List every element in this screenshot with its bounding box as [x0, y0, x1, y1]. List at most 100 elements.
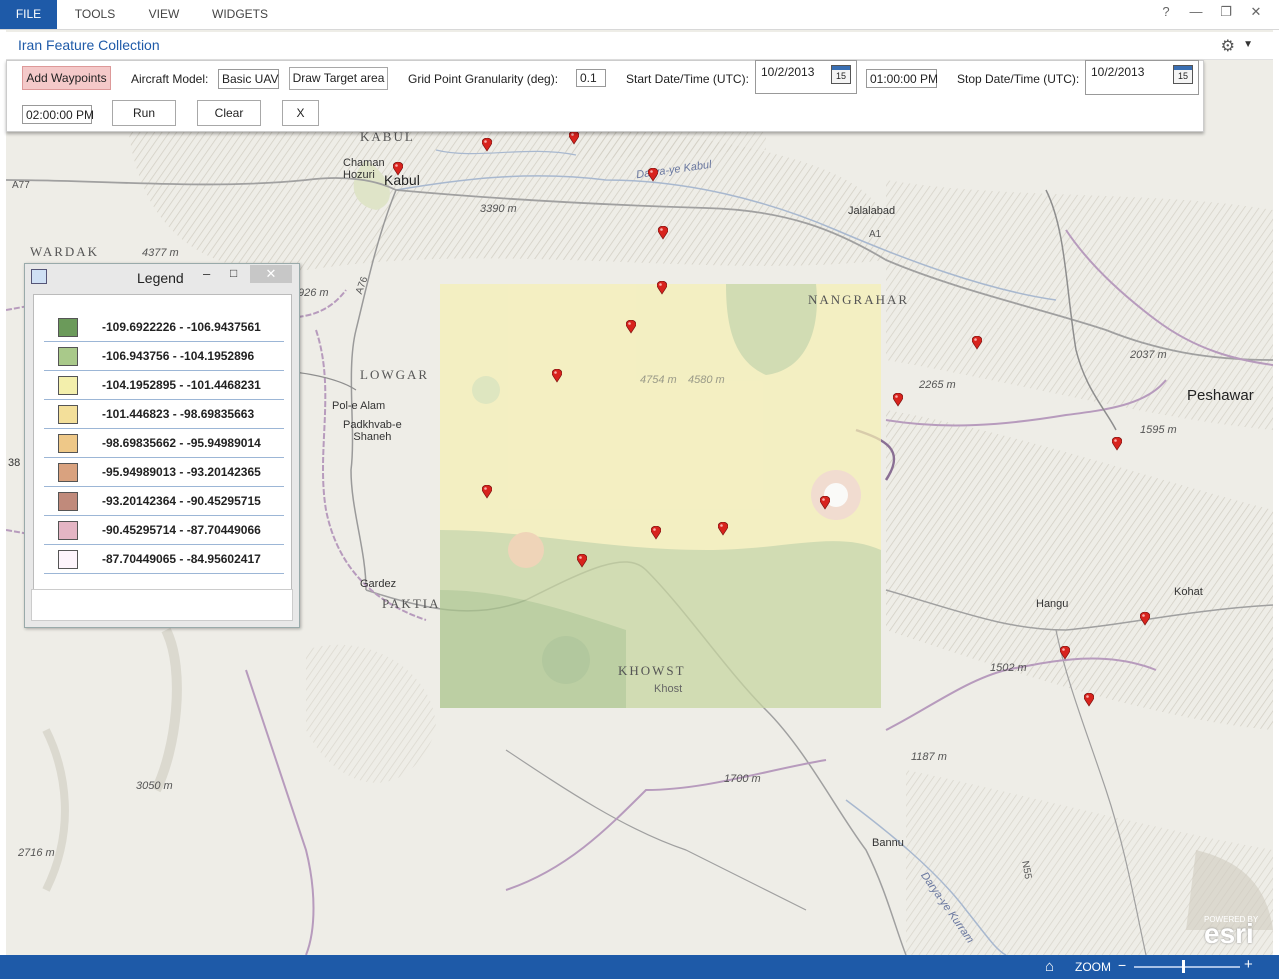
map-label-elev-4754: 4754 m [640, 374, 677, 386]
start-datetime-label: Start Date/Time (UTC): [626, 72, 749, 86]
legend-row: -106.943756 - -104.1952896 [44, 342, 284, 371]
waypoint-marker-icon[interactable] [482, 138, 492, 152]
stop-date-value: 10/2/2013 [1091, 65, 1145, 79]
waypoint-marker-icon[interactable] [626, 320, 636, 334]
waypoint-marker-icon[interactable] [1140, 612, 1150, 626]
chevron-down-icon[interactable]: ▼ [1243, 39, 1253, 50]
granularity-field[interactable]: 0.1 [576, 69, 606, 87]
start-date-value: 10/2/2013 [761, 65, 815, 79]
legend-close-button[interactable]: ✕ [250, 265, 292, 283]
legend-header[interactable]: Legend – □ ✕ [25, 264, 299, 290]
calendar-icon[interactable]: 15 [831, 65, 851, 84]
legend-range-label: -101.446823 - -98.69835663 [102, 407, 255, 421]
map-label-pol-e-alam: Pol-e Alam [332, 400, 386, 412]
waypoint-marker-icon[interactable] [482, 485, 492, 499]
waypoint-marker-icon[interactable] [569, 131, 579, 145]
map-label-elev-4580: 4580 m [688, 374, 725, 386]
calendar-icon[interactable]: 15 [1173, 65, 1193, 84]
legend-row: -109.6922226 - -106.9437561 [44, 313, 284, 342]
map-label-wardak: WARDAK [30, 244, 100, 259]
legend-range-label: -98.69835662 - -95.94989014 [102, 436, 261, 450]
map-label-elev-1595: 1595 m [1140, 424, 1177, 436]
waypoint-marker-icon[interactable] [393, 162, 403, 176]
map-label-hangu: Hangu [1036, 598, 1069, 610]
menu-view[interactable]: VIEW [136, 0, 192, 29]
waypoint-marker-icon[interactable] [972, 336, 982, 350]
zoom-in-button[interactable]: + [1244, 956, 1253, 973]
waypoint-marker-icon[interactable] [893, 393, 903, 407]
menu-tools[interactable]: TOOLS [66, 0, 124, 29]
run-button[interactable]: Run [112, 100, 176, 126]
status-bar: ⌂ ZOOM − + [0, 955, 1279, 979]
granularity-label: Grid Point Granularity (deg): [408, 72, 559, 86]
waypoint-marker-icon[interactable] [552, 369, 562, 383]
legend-minimize-button[interactable]: – [203, 266, 210, 281]
map-label-elev-1187: 1187 m [911, 751, 947, 763]
legend-range-label: -93.20142364 - -90.45295715 [102, 494, 261, 508]
waypoint-marker-icon[interactable] [1084, 693, 1094, 707]
minimize-button[interactable]: — [1181, 4, 1211, 19]
map-label-gardez: Gardez [360, 578, 397, 590]
legend-range-label: -95.94989013 - -93.20142365 [102, 465, 261, 479]
add-waypoints-button[interactable]: Add Waypoints [22, 66, 111, 90]
legend-swatch [58, 434, 78, 453]
map-label-peshawar: Peshawar [1187, 387, 1254, 404]
waypoint-marker-icon[interactable] [1060, 646, 1070, 660]
stop-time-field[interactable]: 02:00:00 PM [22, 105, 94, 124]
waypoint-marker-icon[interactable] [651, 526, 661, 540]
legend-list: -109.6922226 - -106.9437561 -106.943756 -… [33, 294, 292, 591]
aircraft-model-label: Aircraft Model: [131, 72, 209, 86]
waypoint-marker-icon[interactable] [577, 554, 587, 568]
map-label-road-a1: A1 [869, 229, 882, 240]
menu-widgets[interactable]: WIDGETS [204, 0, 276, 29]
start-time-field[interactable]: 01:00:00 PM [866, 69, 938, 88]
legend-maximize-button[interactable]: □ [230, 266, 237, 280]
legend-swatch [58, 521, 78, 540]
restore-button[interactable]: ❐ [1211, 4, 1241, 20]
aircraft-model-field[interactable]: Basic UAV [218, 69, 279, 89]
legend-window[interactable]: Legend – □ ✕ -109.6922226 - -106.9437561… [24, 263, 300, 628]
waypoint-marker-icon[interactable] [648, 168, 658, 182]
map-label-elev-2037: 2037 m [1130, 349, 1167, 361]
map-label-elev-4377: 4377 m [142, 247, 179, 259]
map-label-nangrahar: NANGRAHAR [808, 292, 910, 307]
stop-datetime-label: Stop Date/Time (UTC): [957, 72, 1080, 86]
legend-swatch [58, 376, 78, 395]
legend-window-icon [31, 269, 47, 284]
analysis-overlay [440, 284, 881, 708]
waypoint-marker-icon[interactable] [718, 522, 728, 536]
legend-row: -87.70449065 - -84.95602417 [44, 545, 284, 574]
waypoint-marker-icon[interactable] [820, 496, 830, 510]
menu-bar: FILE TOOLS VIEW WIDGETS ? — ❐ ✕ [0, 0, 1279, 30]
legend-title: Legend [137, 270, 184, 286]
start-date-picker[interactable]: 10/2/2013 15 [755, 60, 857, 94]
waypoint-toolbar: Add Waypoints Aircraft Model: Basic UAV … [6, 60, 1204, 132]
clear-button[interactable]: Clear [197, 100, 261, 126]
stop-date-picker[interactable]: 10/2/2013 15 [1085, 60, 1199, 95]
widget-title-bar: Iran Feature Collection ⚙ ▼ [6, 32, 1273, 60]
zoom-out-button[interactable]: − [1118, 957, 1126, 973]
legend-row: -104.1952895 - -101.4468231 [44, 371, 284, 400]
help-button[interactable]: ? [1151, 4, 1181, 19]
legend-swatch [58, 492, 78, 511]
draw-target-area-button[interactable]: Draw Target area [289, 67, 388, 90]
close-window-button[interactable]: ✕ [1241, 4, 1271, 20]
map-label-paktia: PAKTIA [382, 596, 441, 611]
gear-icon[interactable]: ⚙ [1221, 36, 1235, 56]
menu-file[interactable]: FILE [0, 0, 57, 29]
map-label-chaman-hozuri: Chaman Hozuri [343, 157, 385, 181]
window-controls: ? — ❐ ✕ [1151, 4, 1271, 24]
close-toolbar-button[interactable]: X [282, 100, 319, 126]
map-label-lowgar: LOWGAR [360, 367, 430, 382]
esri-logo: esri [1204, 918, 1254, 949]
legend-swatch [58, 405, 78, 424]
zoom-slider-thumb[interactable] [1182, 960, 1185, 973]
legend-footer [31, 589, 293, 621]
waypoint-marker-icon[interactable] [657, 281, 667, 295]
waypoint-marker-icon[interactable] [658, 226, 668, 240]
home-icon[interactable]: ⌂ [1045, 958, 1054, 975]
map-label-elev-2716: 2716 m [18, 847, 55, 859]
waypoint-marker-icon[interactable] [1112, 437, 1122, 451]
zoom-slider-track[interactable] [1134, 966, 1240, 968]
legend-row: -95.94989013 - -93.20142365 [44, 458, 284, 487]
